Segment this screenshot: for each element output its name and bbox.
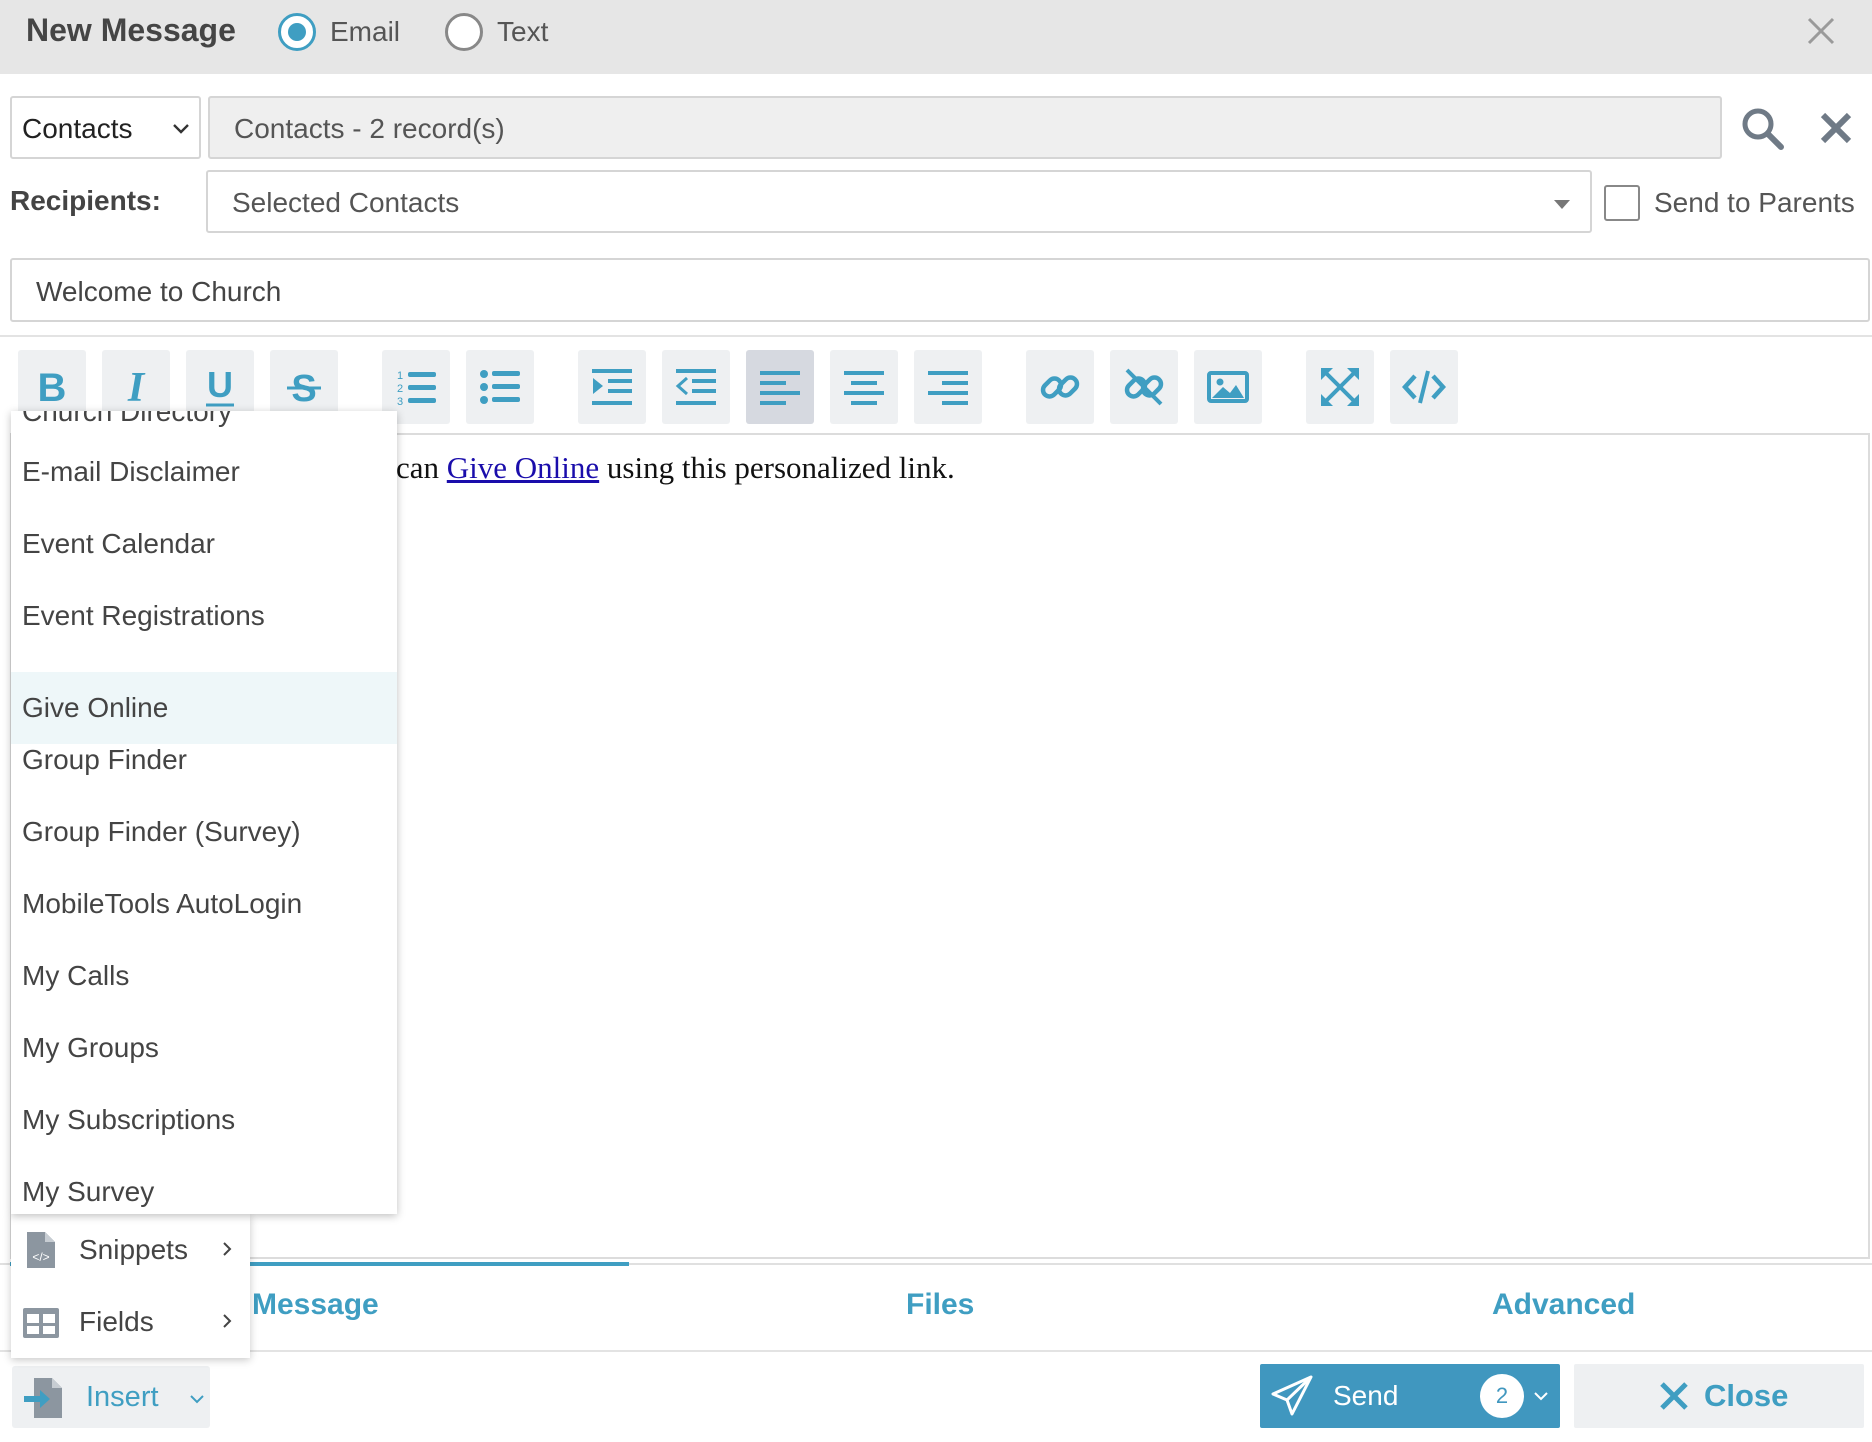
insert-file-icon xyxy=(24,1378,62,1418)
dropdown-item-event-calendar[interactable]: Event Calendar xyxy=(11,508,397,580)
svg-text:U: U xyxy=(207,365,233,405)
dropdown-item-my-calls[interactable]: My Calls xyxy=(11,940,397,1012)
code-view-button[interactable] xyxy=(1390,350,1458,424)
dropdown-item-group-finder-survey[interactable]: Group Finder (Survey) xyxy=(11,796,397,868)
svg-text:I: I xyxy=(127,365,146,409)
insert-button[interactable]: Insert xyxy=(12,1366,210,1428)
bold-icon: B xyxy=(38,366,67,409)
dropdown-item-group-finder[interactable]: Group Finder xyxy=(11,724,397,796)
chevron-down-icon xyxy=(190,1395,204,1404)
search-icon[interactable] xyxy=(1738,104,1786,152)
recipients-label: Recipients: xyxy=(10,185,161,216)
link-icon xyxy=(1040,375,1080,399)
send-to-parents-checkbox[interactable] xyxy=(1604,185,1640,221)
recipient-count-badge: 2 xyxy=(1480,1374,1524,1418)
image-icon xyxy=(1207,371,1249,403)
underline-icon: U xyxy=(206,365,234,407)
caret-down-icon xyxy=(1554,200,1570,209)
tab-advanced[interactable]: Advanced xyxy=(1492,1288,1635,1322)
editor-text-before: can xyxy=(396,450,447,485)
fullscreen-icon xyxy=(1321,368,1359,406)
dropdown-item-event-registrations[interactable]: Event Registrations xyxy=(11,580,397,652)
chevron-down-icon xyxy=(173,124,189,134)
dropdown-item-my-groups[interactable]: My Groups xyxy=(11,1012,397,1084)
strikethrough-icon: S xyxy=(287,368,321,409)
fields-label: Fields xyxy=(79,1306,154,1337)
subject-input[interactable]: Welcome to Church xyxy=(10,258,1870,322)
email-radio[interactable]: Email xyxy=(278,12,400,52)
recipients-value: Selected Contacts xyxy=(232,187,460,218)
close-label: Close xyxy=(1704,1378,1789,1413)
svg-text:B: B xyxy=(38,366,67,409)
align-right-icon xyxy=(928,371,968,405)
tab-files[interactable]: Files xyxy=(906,1288,974,1322)
chevron-right-icon xyxy=(223,1242,232,1256)
indent-button[interactable] xyxy=(578,350,646,424)
record-type-select[interactable]: Contacts xyxy=(10,96,201,159)
svg-text:1: 1 xyxy=(397,370,403,382)
align-left-icon xyxy=(760,371,800,405)
title-bar: New Message Email Text xyxy=(0,0,1872,74)
fields-table-icon xyxy=(23,1308,59,1338)
insert-link-button[interactable] xyxy=(1026,350,1094,424)
snippets-label: Snippets xyxy=(79,1234,188,1265)
dropdown-item-email-disclaimer[interactable]: E-mail Disclaimer xyxy=(11,436,397,508)
chevron-down-icon[interactable] xyxy=(1532,1387,1550,1405)
insert-image-button[interactable] xyxy=(1194,350,1262,424)
subject-value: Welcome to Church xyxy=(36,276,282,307)
text-radio-label: Text xyxy=(497,16,549,47)
close-x-icon[interactable] xyxy=(1800,10,1842,52)
editor-content[interactable]: can Give Online using this personalized … xyxy=(396,450,955,486)
insert-link-dropdown[interactable]: Church Directory E-mail Disclaimer Event… xyxy=(11,411,397,1214)
radio-unselected-icon xyxy=(445,13,483,51)
snippets-menu-item[interactable]: </> Snippets xyxy=(11,1214,250,1286)
clear-icon[interactable] xyxy=(1818,110,1854,146)
indent-icon xyxy=(592,369,632,405)
text-radio[interactable]: Text xyxy=(445,12,548,52)
ordered-list-icon: 1 2 3 xyxy=(397,370,436,408)
chevron-right-icon xyxy=(223,1314,232,1328)
record-type-value: Contacts xyxy=(22,113,133,144)
italic-icon: I xyxy=(127,365,146,409)
dropdown-item-my-subscriptions[interactable]: My Subscriptions xyxy=(11,1084,397,1156)
svg-text:3: 3 xyxy=(397,396,403,408)
fullscreen-button[interactable] xyxy=(1306,350,1374,424)
footer-divider xyxy=(0,1350,1872,1352)
insert-submenu: </> Snippets Fields xyxy=(11,1214,250,1358)
insert-label: Insert xyxy=(86,1381,159,1413)
fields-menu-item[interactable]: Fields xyxy=(11,1286,250,1358)
unordered-list-icon xyxy=(480,370,520,404)
give-online-link[interactable]: Give Online xyxy=(447,450,599,485)
send-label: Send xyxy=(1333,1380,1399,1411)
snippet-file-icon: </> xyxy=(27,1232,55,1268)
send-to-parents-label[interactable]: Send to Parents xyxy=(1654,187,1855,219)
align-left-button[interactable] xyxy=(746,350,814,424)
records-field[interactable]: Contacts - 2 record(s) xyxy=(208,96,1722,159)
close-x-icon xyxy=(1660,1382,1688,1410)
send-button[interactable]: Send 2 xyxy=(1260,1364,1560,1428)
unordered-list-button[interactable] xyxy=(466,350,534,424)
align-center-button[interactable] xyxy=(830,350,898,424)
email-radio-label: Email xyxy=(330,16,401,47)
dialog-title: New Message xyxy=(26,12,236,48)
outdent-icon xyxy=(675,369,716,405)
close-button[interactable]: Close xyxy=(1574,1364,1864,1428)
align-center-icon xyxy=(844,371,884,405)
dropdown-item-my-survey[interactable]: My Survey xyxy=(11,1156,397,1214)
dropdown-item-mobiletools-autologin[interactable]: MobileTools AutoLogin xyxy=(11,868,397,940)
paper-plane-icon xyxy=(1271,1375,1313,1416)
recipients-select[interactable]: Selected Contacts xyxy=(206,170,1592,233)
svg-text:</>: </> xyxy=(32,1250,49,1264)
editor-text-after: using this personalized link. xyxy=(599,450,955,485)
svg-text:2: 2 xyxy=(397,383,403,395)
unlink-icon xyxy=(1124,368,1164,406)
unlink-button[interactable] xyxy=(1110,350,1178,424)
tab-message[interactable]: Message xyxy=(252,1288,379,1322)
divider xyxy=(0,335,1872,337)
records-value: Contacts - 2 record(s) xyxy=(234,113,505,144)
align-right-button[interactable] xyxy=(914,350,982,424)
radio-selected-icon xyxy=(278,13,316,51)
outdent-button[interactable] xyxy=(662,350,730,424)
code-view-icon xyxy=(1402,370,1446,404)
